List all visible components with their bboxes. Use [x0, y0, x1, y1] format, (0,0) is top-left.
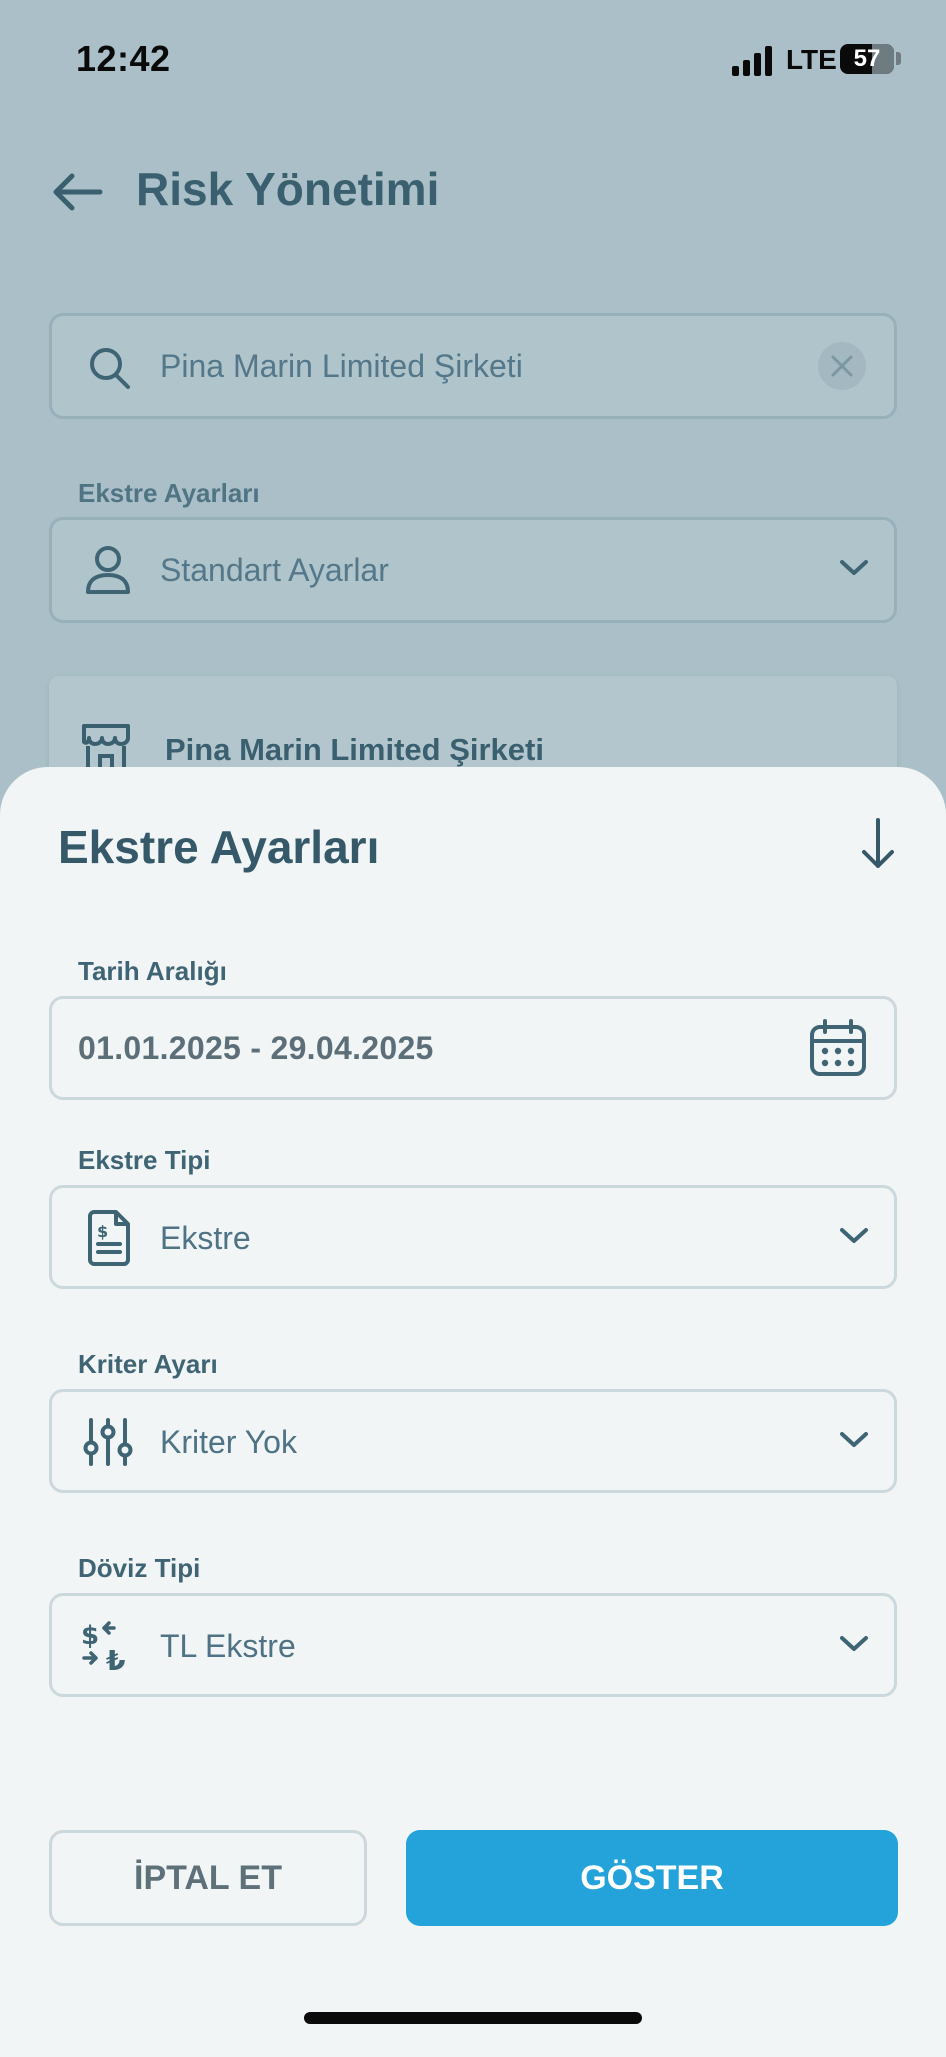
store-icon	[82, 724, 130, 770]
cancel-button-label: İPTAL ET	[134, 1859, 282, 1897]
chevron-down-icon	[840, 1636, 868, 1651]
show-button[interactable]: GÖSTER	[406, 1830, 898, 1926]
sheet-title: Ekstre Ayarları	[58, 821, 380, 873]
sliders-icon	[83, 1418, 133, 1466]
statement-settings-value: Standart Ayarlar	[160, 552, 389, 588]
home-indicator[interactable]	[304, 2012, 642, 2024]
date-range-value: 01.01.2025 - 29.04.2025	[78, 1030, 434, 1066]
search-value: Pina Marin Limited Şirketi	[160, 348, 523, 384]
criteria-label: Kriter Ayarı	[78, 1349, 218, 1379]
svg-text:₺: ₺	[106, 1644, 125, 1674]
statement-type-value: Ekstre	[160, 1220, 251, 1256]
signal-icon	[732, 46, 772, 76]
date-range-label: Tarih Aralığı	[78, 956, 227, 986]
svg-text:$: $	[97, 1222, 108, 1241]
clear-search-button[interactable]	[818, 342, 866, 390]
show-button-label: GÖSTER	[580, 1859, 724, 1897]
battery-cap	[896, 52, 901, 65]
user-icon	[86, 546, 130, 594]
search-icon	[90, 348, 130, 389]
arrow-down-icon[interactable]	[858, 816, 898, 872]
statement-settings-label: Ekstre Ayarları	[78, 478, 260, 508]
cancel-button[interactable]: İPTAL ET	[49, 1830, 367, 1926]
close-icon	[831, 355, 853, 377]
svg-text:$: $	[81, 1621, 99, 1651]
status-time: 12:42	[76, 38, 171, 79]
currency-exchange-icon: $ ₺	[81, 1621, 125, 1674]
calendar-icon[interactable]	[808, 1018, 868, 1078]
company-name: Pina Marin Limited Şirketi	[165, 732, 544, 767]
statement-type-label: Ekstre Tipi	[78, 1145, 211, 1175]
currency-value: TL Ekstre	[160, 1628, 296, 1664]
page-title: Risk Yönetimi	[136, 163, 440, 215]
invoice-icon: $	[88, 1210, 130, 1266]
chevron-down-icon	[840, 1432, 868, 1447]
criteria-value: Kriter Yok	[160, 1424, 297, 1460]
currency-label: Döviz Tipi	[78, 1553, 201, 1583]
chevron-down-icon	[840, 1228, 868, 1243]
arrow-left-icon[interactable]	[50, 168, 104, 216]
chevron-down-icon	[840, 560, 868, 575]
battery-level: 57	[853, 45, 881, 72]
battery-icon: 57	[840, 44, 894, 74]
network-type: LTE	[786, 44, 837, 75]
